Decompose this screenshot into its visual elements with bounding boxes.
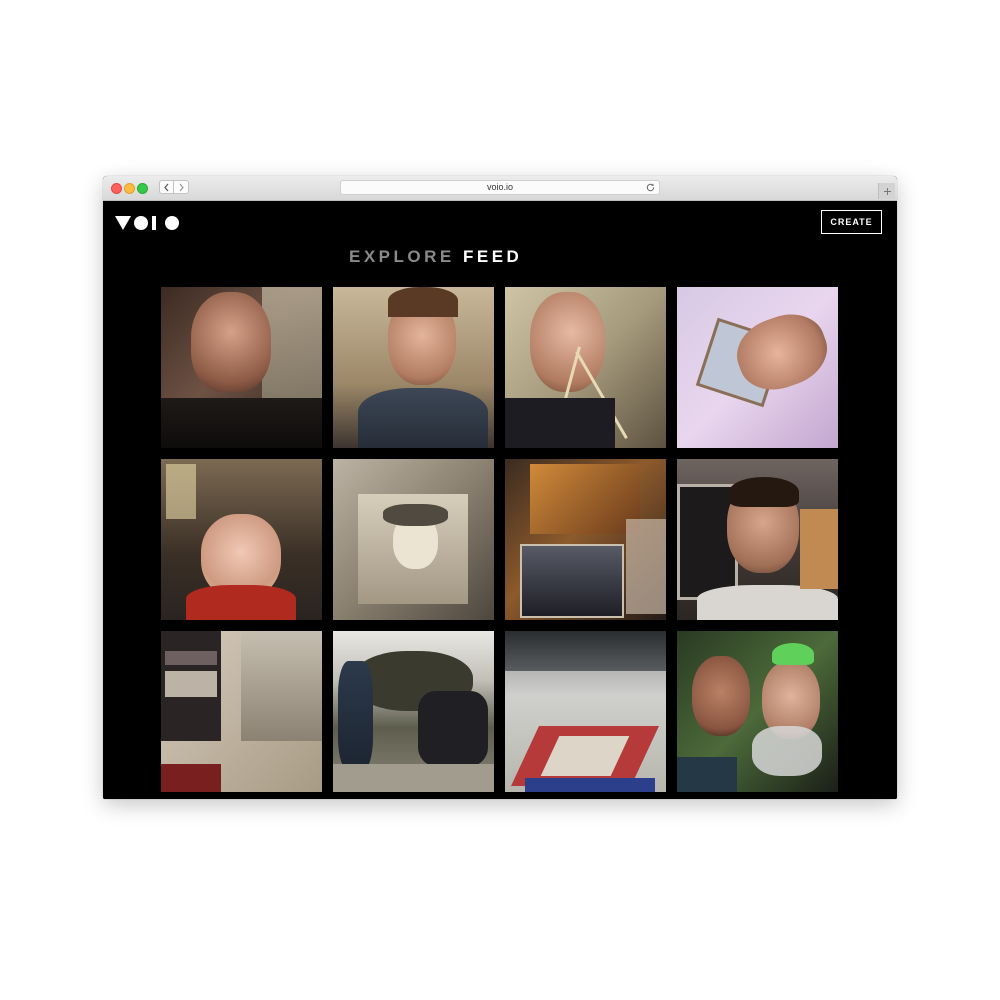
tile-art bbox=[388, 287, 458, 317]
tile-art bbox=[383, 504, 448, 526]
tile-art bbox=[525, 778, 655, 792]
close-window-button[interactable] bbox=[111, 183, 122, 194]
forward-button[interactable] bbox=[174, 180, 189, 194]
logo-mark bbox=[115, 216, 179, 230]
tile-art bbox=[186, 585, 296, 620]
feed-video-tile[interactable] bbox=[333, 287, 494, 448]
reload-icon[interactable] bbox=[645, 182, 656, 193]
title-feed: FEED bbox=[462, 247, 523, 266]
tile-art bbox=[729, 477, 799, 507]
tile-art bbox=[358, 388, 488, 448]
tile-art bbox=[505, 631, 666, 671]
minimize-window-button[interactable] bbox=[124, 183, 135, 194]
address-bar[interactable]: voio.io bbox=[340, 180, 660, 195]
feed-video-tile[interactable] bbox=[333, 631, 494, 792]
tile-art bbox=[530, 464, 640, 534]
page-title: EXPLORE FEED bbox=[349, 248, 522, 266]
tile-art bbox=[166, 464, 196, 519]
page-content: CREATE EXPLORE FEED bbox=[103, 201, 897, 799]
feed-video-tile[interactable] bbox=[161, 631, 322, 792]
tile-art bbox=[161, 764, 221, 792]
tile-art bbox=[262, 287, 322, 407]
tile-art bbox=[520, 544, 624, 618]
new-tab-button[interactable] bbox=[878, 183, 895, 199]
tile-art bbox=[165, 651, 217, 665]
url-text: voio.io bbox=[486, 182, 513, 192]
maximize-window-button[interactable] bbox=[137, 183, 148, 194]
tile-art bbox=[692, 656, 750, 736]
browser-window: voio.io CREATE EXPLORE FEED bbox=[103, 176, 897, 799]
tile-art bbox=[697, 585, 838, 620]
title-explore: EXPLORE bbox=[349, 247, 455, 266]
tile-art bbox=[241, 631, 322, 741]
tile-art bbox=[418, 691, 488, 766]
voio-logo[interactable] bbox=[115, 215, 181, 231]
tile-art bbox=[338, 661, 373, 771]
feed-video-tile[interactable] bbox=[677, 631, 838, 792]
tile-art bbox=[161, 398, 322, 448]
feed-grid bbox=[161, 287, 838, 792]
tile-art bbox=[772, 643, 814, 665]
tile-art bbox=[333, 764, 494, 792]
back-button[interactable] bbox=[159, 180, 174, 194]
feed-video-tile[interactable] bbox=[677, 459, 838, 620]
browser-titlebar: voio.io bbox=[103, 176, 897, 201]
feed-video-tile[interactable] bbox=[161, 459, 322, 620]
tile-art bbox=[191, 292, 271, 392]
feed-video-tile[interactable] bbox=[677, 287, 838, 448]
chevron-right-icon bbox=[179, 183, 184, 191]
tile-art bbox=[505, 398, 615, 448]
feed-video-tile[interactable] bbox=[505, 459, 666, 620]
feed-video-tile[interactable] bbox=[505, 631, 666, 792]
tile-art bbox=[800, 509, 838, 589]
feed-video-tile[interactable] bbox=[333, 459, 494, 620]
plus-icon bbox=[883, 187, 891, 195]
feed-video-tile[interactable] bbox=[161, 287, 322, 448]
tile-art bbox=[165, 671, 217, 697]
tile-art bbox=[677, 757, 737, 792]
chevron-left-icon bbox=[164, 183, 169, 191]
feed-video-tile[interactable] bbox=[505, 287, 666, 448]
create-button[interactable]: CREATE bbox=[821, 210, 882, 234]
tile-art bbox=[752, 726, 822, 776]
tile-art bbox=[530, 292, 605, 392]
tile-art bbox=[626, 519, 666, 614]
